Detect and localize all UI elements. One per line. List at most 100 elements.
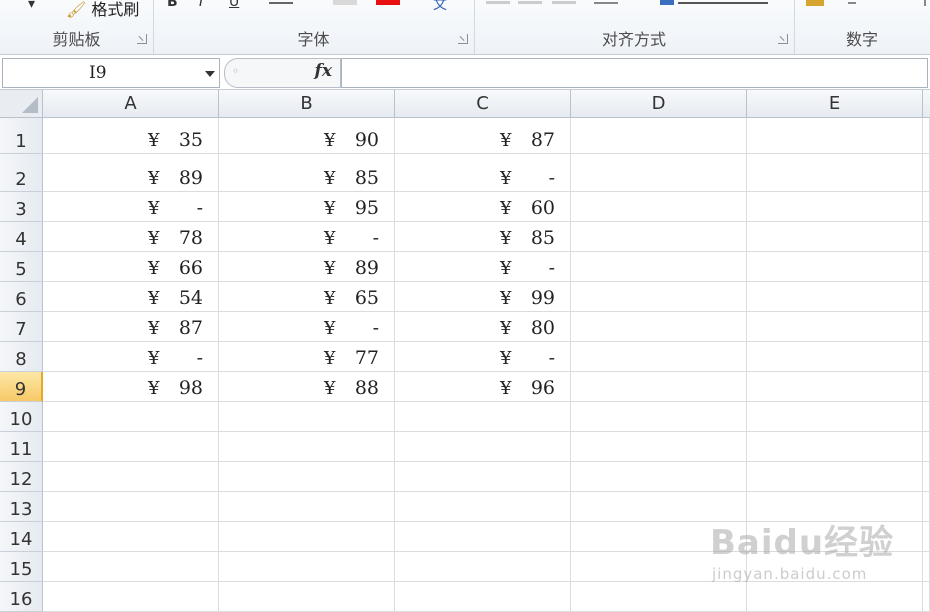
align-center-icon[interactable] [518, 1, 542, 4]
cell-b1[interactable]: ¥90 [219, 118, 395, 154]
cell-a12[interactable] [43, 462, 219, 492]
row-header-14[interactable]: 14 [0, 522, 43, 552]
cell-a1[interactable]: ¥35 [43, 118, 219, 154]
cell-e6[interactable] [747, 282, 923, 312]
alignment-dialog-launcher-icon[interactable] [778, 34, 788, 44]
accounting-format-icon[interactable] [806, 0, 824, 6]
cell-b8[interactable]: ¥77 [219, 342, 395, 372]
cell-f12[interactable] [923, 462, 930, 492]
row-header-3[interactable]: 3 [0, 192, 43, 222]
column-header-e[interactable]: E [747, 90, 923, 118]
cell-f7[interactable] [923, 312, 930, 342]
cell-d7[interactable] [571, 312, 747, 342]
select-all-button[interactable] [0, 90, 43, 118]
align-left-icon[interactable] [486, 1, 510, 4]
column-header-f[interactable] [923, 90, 930, 118]
cell-a8[interactable]: ¥ - [43, 342, 219, 372]
column-header-c[interactable]: C [395, 90, 571, 118]
cell-b12[interactable] [219, 462, 395, 492]
cell-c7[interactable]: ¥80 [395, 312, 571, 342]
cell-e12[interactable] [747, 462, 923, 492]
cell-d15[interactable] [571, 552, 747, 582]
cell-c16[interactable] [395, 582, 571, 612]
cell-d8[interactable] [571, 342, 747, 372]
cell-f8[interactable] [923, 342, 930, 372]
cell-e14[interactable] [747, 522, 923, 552]
cell-f13[interactable] [923, 492, 930, 522]
name-box[interactable]: I9 [2, 58, 220, 88]
number-format-icon[interactable] [924, 0, 926, 6]
cell-c13[interactable] [395, 492, 571, 522]
merge-center-button[interactable] [678, 2, 768, 4]
bold-icon[interactable]: B [167, 0, 178, 10]
cell-a4[interactable]: ¥78 [43, 222, 219, 252]
cell-b2[interactable]: ¥85 [219, 154, 395, 192]
cell-e7[interactable] [747, 312, 923, 342]
cell-f11[interactable] [923, 432, 930, 462]
column-header-d[interactable]: D [571, 90, 747, 118]
formula-input[interactable] [341, 58, 928, 88]
row-header-10[interactable]: 10 [0, 402, 43, 432]
cell-e4[interactable] [747, 222, 923, 252]
cell-b5[interactable]: ¥89 [219, 252, 395, 282]
cell-d2[interactable] [571, 154, 747, 192]
row-header-2[interactable]: 2 [0, 154, 43, 192]
cell-c14[interactable] [395, 522, 571, 552]
row-header-15[interactable]: 15 [0, 552, 43, 582]
cell-d4[interactable] [571, 222, 747, 252]
cell-d1[interactable] [571, 118, 747, 154]
cell-c1[interactable]: ¥87 [395, 118, 571, 154]
row-header-11[interactable]: 11 [0, 432, 43, 462]
cell-b3[interactable]: ¥95 [219, 192, 395, 222]
cell-d16[interactable] [571, 582, 747, 612]
cell-a16[interactable] [43, 582, 219, 612]
cell-a10[interactable] [43, 402, 219, 432]
cell-f5[interactable] [923, 252, 930, 282]
cell-d14[interactable] [571, 522, 747, 552]
cell-c10[interactable] [395, 402, 571, 432]
cell-f16[interactable] [923, 582, 930, 612]
cell-d11[interactable] [571, 432, 747, 462]
resize-handle-icon[interactable]: ◦ [232, 64, 239, 78]
format-painter-button[interactable]: 🖌 格式刷 [66, 0, 139, 20]
cell-b14[interactable] [219, 522, 395, 552]
row-header-16[interactable]: 16 [0, 582, 43, 612]
cell-e16[interactable] [747, 582, 923, 612]
row-header-7[interactable]: 7 [0, 312, 43, 342]
italic-icon[interactable]: I [199, 0, 203, 10]
cell-f6[interactable] [923, 282, 930, 312]
cell-e10[interactable] [747, 402, 923, 432]
row-header-13[interactable]: 13 [0, 492, 43, 522]
paste-dropdown-icon[interactable]: ▾ [28, 0, 35, 12]
row-header-1[interactable]: 1 [0, 118, 43, 154]
cell-b9[interactable]: ¥88 [219, 372, 395, 402]
align-right-icon[interactable] [552, 1, 576, 4]
cell-b6[interactable]: ¥65 [219, 282, 395, 312]
cell-d10[interactable] [571, 402, 747, 432]
font-color-icon[interactable] [376, 0, 400, 5]
cell-d9[interactable] [571, 372, 747, 402]
cell-f14[interactable] [923, 522, 930, 552]
cell-e3[interactable] [747, 192, 923, 222]
border-icon[interactable] [269, 2, 293, 4]
cell-a11[interactable] [43, 432, 219, 462]
cell-e15[interactable] [747, 552, 923, 582]
cell-e2[interactable] [747, 154, 923, 192]
cell-c2[interactable]: ¥ - [395, 154, 571, 192]
row-header-6[interactable]: 6 [0, 282, 43, 312]
cell-d3[interactable] [571, 192, 747, 222]
cell-f10[interactable] [923, 402, 930, 432]
phonetic-icon[interactable]: 文 [433, 0, 447, 14]
cell-b15[interactable] [219, 552, 395, 582]
cell-a5[interactable]: ¥66 [43, 252, 219, 282]
column-header-a[interactable]: A [43, 90, 219, 118]
insert-function-button[interactable]: fx [315, 61, 332, 81]
merge-center-icon[interactable] [660, 0, 674, 5]
underline-icon[interactable]: U [229, 0, 239, 10]
cell-e11[interactable] [747, 432, 923, 462]
cell-f9[interactable] [923, 372, 930, 402]
row-header-12[interactable]: 12 [0, 462, 43, 492]
cell-a7[interactable]: ¥87 [43, 312, 219, 342]
cell-a13[interactable] [43, 492, 219, 522]
cell-a15[interactable] [43, 552, 219, 582]
